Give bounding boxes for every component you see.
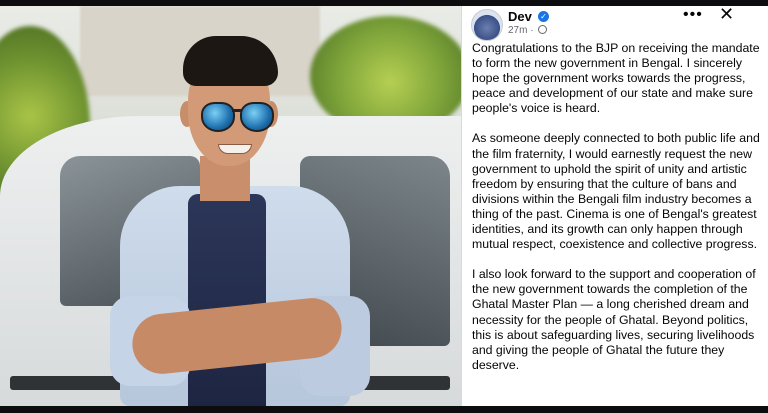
post-photo[interactable]: [0, 6, 461, 406]
person-hair: [183, 36, 278, 86]
person-tshirt: [188, 194, 266, 406]
post-paragraph-2: As someone deeply connected to both publ…: [472, 131, 760, 252]
person-smile: [218, 144, 252, 154]
sunglasses-right-lens: [240, 102, 274, 132]
post-timestamp[interactable]: 27m: [508, 25, 527, 36]
sunglasses-left-lens: [201, 102, 235, 132]
post-panel: Dev ✓ 27m · ••• ✕ Congratulations to the…: [461, 4, 768, 406]
post-meta: 27m ·: [508, 25, 548, 36]
author-name[interactable]: Dev: [508, 9, 532, 24]
car-grille-left: [10, 376, 130, 390]
close-icon[interactable]: ✕: [719, 4, 734, 25]
sunglasses-bridge: [232, 109, 242, 112]
post-paragraph-3: I also look forward to the support and c…: [472, 267, 756, 372]
globe-icon: [538, 25, 548, 34]
author-avatar[interactable]: [471, 9, 503, 41]
bottom-border: [0, 406, 768, 413]
more-options-icon[interactable]: •••: [683, 6, 703, 24]
verified-badge-icon: ✓: [538, 11, 549, 22]
post-body: Congratulations to the BJP on receiving …: [472, 41, 762, 388]
post-paragraph-1: Congratulations to the BJP on receiving …: [472, 41, 760, 116]
